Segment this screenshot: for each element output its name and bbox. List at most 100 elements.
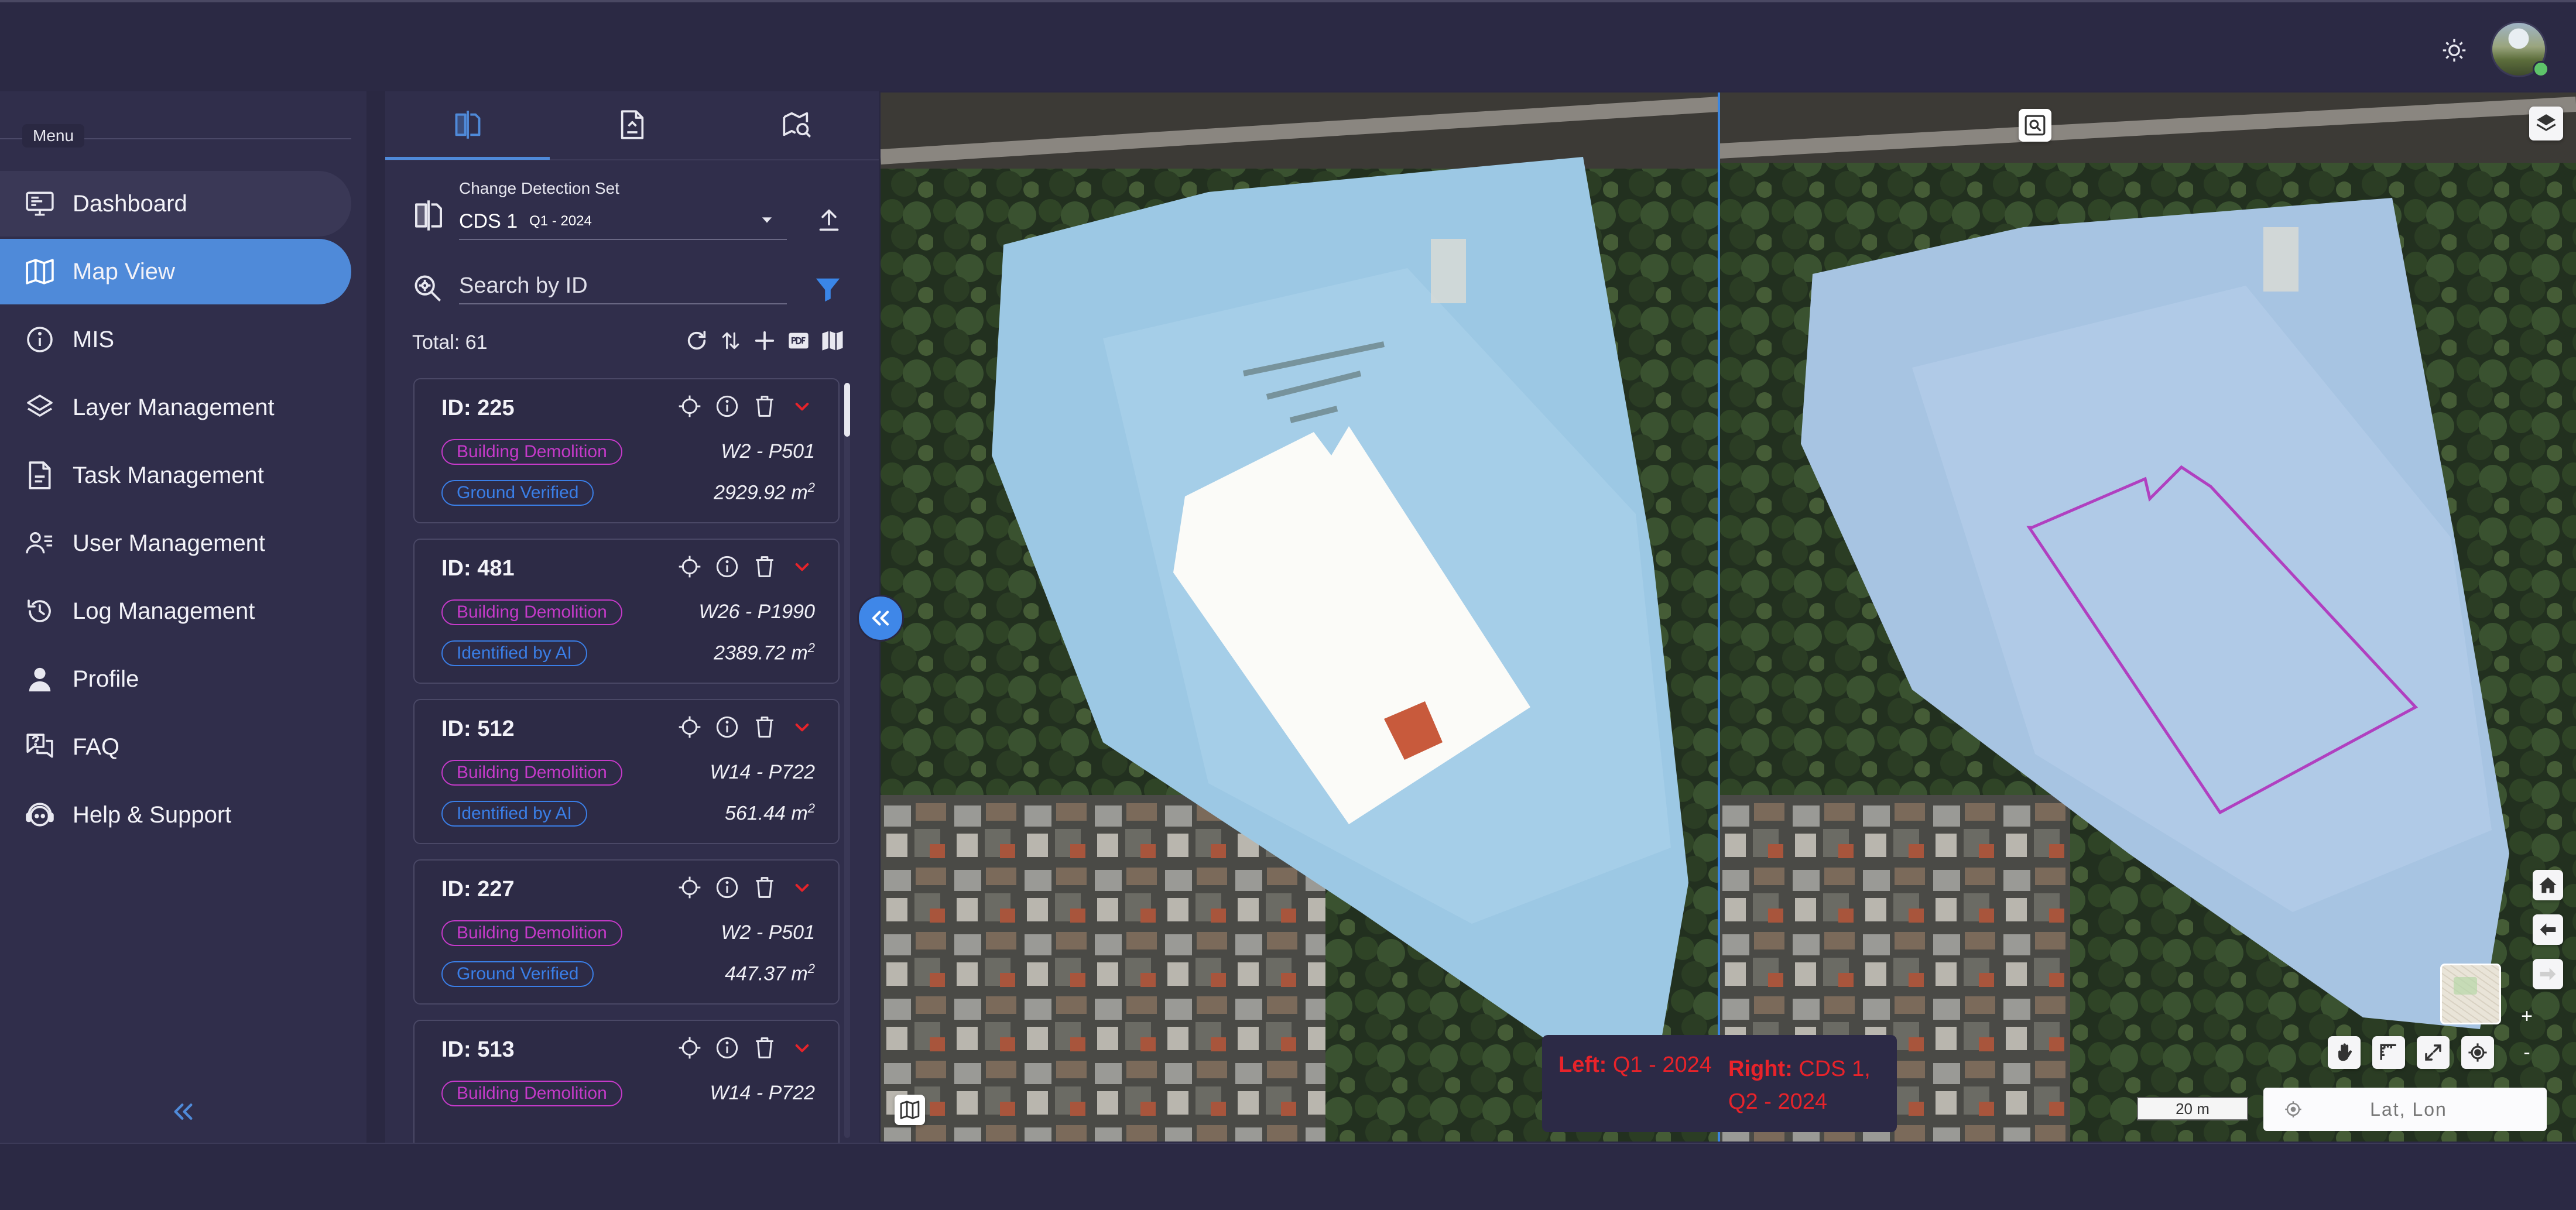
sidebar-item-profile[interactable]: Profile	[0, 646, 351, 712]
footer-bar	[0, 1143, 2576, 1210]
expand-button[interactable]	[789, 714, 815, 740]
expand-button[interactable]	[789, 393, 815, 419]
list-item[interactable]: ID: 227 Building Demolition Ground Verif…	[413, 859, 840, 1005]
sidebar-item-task-management[interactable]: Task Management	[0, 443, 351, 508]
record-id: ID: 481	[441, 556, 515, 581]
list-item[interactable]: ID: 513 Building Demolition W14 - P722	[413, 1020, 840, 1143]
sidebar-item-user-management[interactable]: User Management	[0, 510, 351, 576]
basemap-toggle-button[interactable]	[895, 1095, 925, 1125]
arrow-left-icon	[2540, 923, 2556, 936]
legend-left-value: Q1 - 2024	[1612, 1053, 1712, 1077]
home-extent-button[interactable]	[2533, 870, 2563, 900]
add-button[interactable]	[752, 328, 777, 354]
locate-button[interactable]	[677, 1035, 703, 1061]
delete-button[interactable]	[752, 1035, 777, 1061]
forward-button[interactable]	[2533, 959, 2563, 989]
trash-icon	[756, 556, 773, 577]
cds-dropdown[interactable]: CDS 1 Q1 - 2024	[459, 204, 787, 240]
locate-button[interactable]	[677, 714, 703, 740]
trash-icon	[756, 717, 773, 738]
expand-button[interactable]	[789, 554, 815, 580]
layers-button[interactable]	[2529, 107, 2563, 140]
upload-button[interactable]	[811, 203, 847, 238]
area-unit: m	[791, 802, 808, 825]
map-left-pane[interactable]	[881, 92, 1719, 1142]
refresh-button[interactable]	[684, 328, 710, 354]
locate-button[interactable]	[677, 393, 703, 419]
expand-button[interactable]	[789, 1035, 815, 1061]
ward-parcel-ref: W2 - P501	[721, 921, 815, 944]
record-actions	[677, 393, 815, 419]
list-scrollbar[interactable]	[844, 383, 850, 1138]
collapse-sidebar-button[interactable]	[169, 1097, 198, 1126]
zoom-out-button[interactable]: -	[2515, 1041, 2539, 1064]
info-button[interactable]	[714, 714, 740, 740]
sidebar-item-help-support[interactable]: Help & Support	[0, 782, 351, 848]
tab-report[interactable]	[550, 91, 714, 158]
list-item[interactable]: ID: 512 Building Demolition Identified b…	[413, 699, 840, 844]
sidebar-item-label: FAQ	[73, 733, 120, 760]
tab-compare[interactable]	[385, 91, 550, 158]
delete-button[interactable]	[752, 393, 777, 419]
sidebar-item-layer-management[interactable]: Layer Management	[0, 375, 351, 440]
info-button[interactable]	[714, 554, 740, 580]
sidebar-item-faq[interactable]: FAQ	[0, 714, 351, 780]
overview-minimap[interactable]	[2440, 964, 2501, 1024]
split-map-view[interactable]: Left: Q1 - 2024 Right: CDS 1, Q2 - 2024 …	[881, 92, 2576, 1142]
verification-status-badge: Identified by AI	[441, 801, 587, 827]
zoom-in-button[interactable]: +	[2515, 1005, 2539, 1028]
filter-button[interactable]	[811, 273, 844, 306]
monitor-icon	[23, 187, 56, 220]
locate-button[interactable]	[677, 554, 703, 580]
sidebar-item-dashboard[interactable]: Dashboard	[0, 171, 351, 236]
menu-label: Menu	[22, 124, 85, 148]
sort-button[interactable]	[718, 328, 744, 354]
list-toolbar	[684, 328, 845, 354]
latlon-input[interactable]	[2302, 1098, 2515, 1121]
ruler-icon	[2380, 1044, 2396, 1060]
sidebar-item-label: Log Management	[73, 598, 255, 624]
info-button[interactable]	[714, 393, 740, 419]
list-scroll-thumb[interactable]	[844, 383, 850, 437]
expand-arrows-icon	[2425, 1044, 2441, 1061]
filter-icon	[816, 278, 840, 302]
sidebar-item-mis[interactable]: MIS	[0, 307, 351, 372]
record-actions	[677, 1035, 815, 1061]
list-item[interactable]: ID: 481 Building Demolition Identified b…	[413, 539, 840, 684]
delete-button[interactable]	[752, 714, 777, 740]
list-item[interactable]: ID: 225 Building Demolition Ground Verif…	[413, 378, 840, 523]
fullscreen-button[interactable]	[2417, 1036, 2450, 1069]
pan-tool-button[interactable]	[2328, 1036, 2361, 1069]
tab-map-search[interactable]	[714, 91, 879, 158]
inspect-button[interactable]	[2019, 109, 2051, 142]
cds-label: Change Detection Set	[459, 179, 619, 197]
collapse-panel-button[interactable]	[857, 595, 904, 642]
verification-status-badge: Ground Verified	[441, 480, 594, 506]
ward-parcel-ref: W14 - P722	[710, 761, 815, 783]
info-button[interactable]	[714, 875, 740, 900]
map-export-button[interactable]	[820, 328, 845, 354]
delete-button[interactable]	[752, 554, 777, 580]
pdf-export-button[interactable]	[786, 328, 811, 354]
delete-button[interactable]	[752, 875, 777, 900]
measure-button[interactable]	[2372, 1036, 2405, 1069]
crosshair-icon	[679, 876, 701, 899]
locate-button[interactable]	[677, 875, 703, 900]
sidebar-item-map-view[interactable]: Map View	[0, 239, 351, 304]
upload-icon	[819, 209, 839, 231]
area-unit: m	[791, 642, 808, 664]
theme-toggle-button[interactable]	[2438, 34, 2471, 67]
sidebar-item-log-management[interactable]: Log Management	[0, 578, 351, 644]
my-location-button[interactable]	[2461, 1036, 2494, 1069]
sidebar-item-label: Dashboard	[73, 190, 187, 217]
ward-parcel-ref: W2 - P501	[721, 440, 815, 462]
info-button[interactable]	[714, 1035, 740, 1061]
hand-icon	[2338, 1043, 2352, 1061]
search-input[interactable]	[459, 268, 787, 304]
area-unit-exponent: 2	[807, 961, 815, 976]
layers-icon	[23, 391, 56, 424]
expand-button[interactable]	[789, 875, 815, 900]
plus-icon	[755, 331, 775, 351]
swipe-divider[interactable]	[1718, 92, 1720, 1142]
back-button[interactable]	[2533, 914, 2563, 945]
